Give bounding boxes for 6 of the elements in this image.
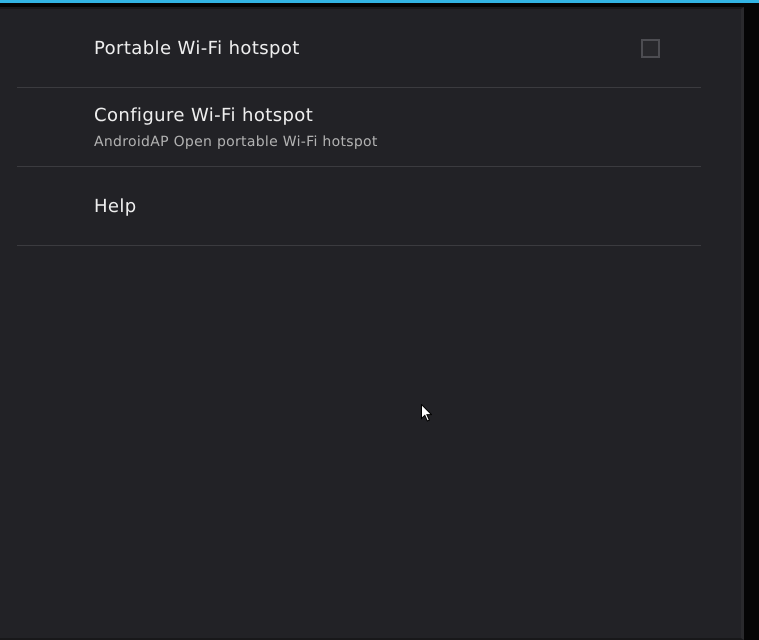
setting-summary: AndroidAP Open portable Wi-Fi hotspot bbox=[94, 132, 378, 150]
setting-title[interactable]: Portable Wi-Fi hotspot bbox=[94, 38, 300, 60]
setting-title[interactable]: Configure Wi-Fi hotspot bbox=[94, 104, 314, 126]
cursor-icon bbox=[421, 404, 432, 422]
setting-title[interactable]: Help bbox=[94, 196, 137, 218]
checkbox[interactable] bbox=[641, 38, 660, 58]
